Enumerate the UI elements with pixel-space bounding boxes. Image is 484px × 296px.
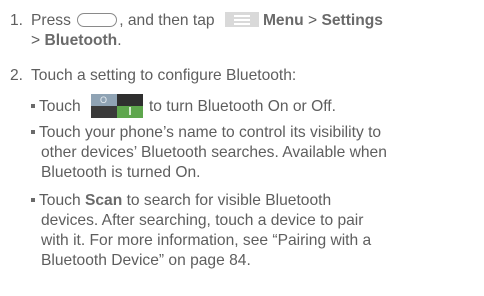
step-1-line-1: Press , and then tap Menu > Settings [31, 11, 383, 32]
bullet-mark [31, 104, 35, 108]
step-1-line-2: > Bluetooth. [31, 31, 122, 52]
period: . [117, 32, 122, 49]
bullet-mark [31, 197, 35, 202]
bullet-3-line-2: devices. After searching, touch a device… [41, 212, 364, 229]
bullet-3-line-4: Bluetooth Device” on page 84. [41, 252, 251, 269]
bullet-3-text-1: to search for visible Bluetooth [126, 192, 332, 209]
menu-label: Menu [262, 12, 304, 29]
bullet-1-rest: to turn Bluetooth On or Off. [148, 98, 336, 116]
separator: > [31, 32, 41, 49]
step-1-then-tap: , and then tap [119, 12, 215, 29]
bluetooth-toggle-icon: O [90, 94, 143, 118]
bullet-2-line-3: Bluetooth is turned On. [41, 164, 201, 181]
bullet-2-line-1: Touch your phone’s name to control its v… [31, 123, 381, 144]
step-2-number: 2. [10, 67, 24, 84]
scan-label: Scan [84, 192, 123, 209]
bullet-3-touch: Touch [39, 192, 81, 209]
bullet-2-text-1: Touch your phone’s name to control its v… [39, 124, 382, 141]
bullet-3-line-3: with it. For more information, see “Pair… [41, 232, 372, 249]
bullet-1-touch: Touch [39, 98, 81, 116]
menu-icon [224, 12, 259, 28]
bullet-2-line-2: other devices’ Bluetooth searches. Avail… [41, 144, 387, 161]
step-1-number: 1. [10, 12, 24, 29]
bullet-mark [31, 129, 35, 134]
settings-label: Settings [321, 12, 383, 29]
bullet-1: Touch O to turn Bluetooth On or Off. [31, 94, 336, 119]
bluetooth-label: Bluetooth [44, 32, 118, 49]
bullet-3-line-1: Touch Scan to search for visible Bluetoo… [31, 191, 331, 212]
home-key-icon [77, 12, 118, 27]
step-2-text: Touch a setting to configure Bluetooth: [31, 67, 297, 84]
separator: > [308, 12, 318, 29]
step-1-press: Press [31, 12, 71, 29]
